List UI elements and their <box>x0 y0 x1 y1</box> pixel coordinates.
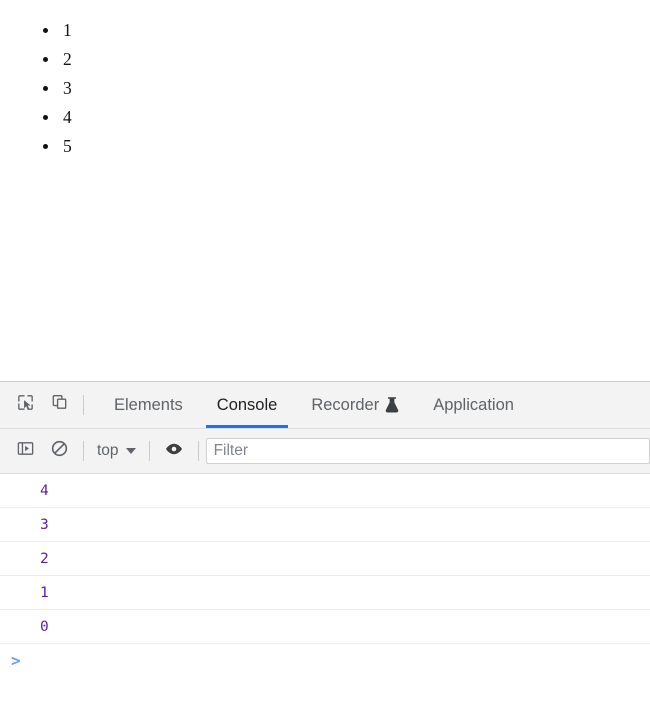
tab-recorder[interactable]: Recorder <box>294 382 416 428</box>
chevron-down-icon <box>125 448 136 454</box>
devtools-tabbar: Elements Console Recorder Application <box>0 382 650 429</box>
tab-elements-label: Elements <box>114 395 183 414</box>
live-expression-button[interactable] <box>157 434 191 468</box>
console-message-text: 2 <box>40 550 49 567</box>
console-message-list[interactable]: 4 3 2 1 0 > <box>0 474 650 713</box>
console-message-row[interactable]: 0 <box>0 610 650 644</box>
list-item: 4 <box>43 103 650 132</box>
inspect-element-icon <box>16 393 35 417</box>
console-message-row[interactable]: 2 <box>0 542 650 576</box>
list-item: 1 <box>43 16 650 45</box>
console-toolbar-divider <box>83 441 84 461</box>
tab-elements[interactable]: Elements <box>97 382 200 428</box>
tab-application-label: Application <box>433 395 514 414</box>
inspect-element-button[interactable] <box>8 388 42 422</box>
console-message-row[interactable]: 4 <box>0 474 650 508</box>
console-message-row[interactable]: 3 <box>0 508 650 542</box>
execution-context-selector[interactable]: top <box>91 442 142 460</box>
toolbar-divider <box>83 395 84 415</box>
filter-input[interactable] <box>205 438 650 464</box>
clear-console-button[interactable] <box>42 434 76 468</box>
console-toolbar-divider-3 <box>197 441 199 461</box>
console-prompt-row[interactable]: > <box>0 644 650 678</box>
console-sidebar-toggle-button[interactable] <box>8 434 42 468</box>
console-message-text: 1 <box>40 584 49 601</box>
device-toolbar-icon <box>50 393 69 417</box>
clear-console-icon <box>50 439 69 463</box>
console-prompt-input[interactable] <box>21 644 650 678</box>
tab-console[interactable]: Console <box>200 382 295 428</box>
device-toolbar-button[interactable] <box>42 388 76 422</box>
tab-console-label: Console <box>216 395 278 414</box>
console-message-text: 3 <box>40 516 49 533</box>
console-message-text: 4 <box>40 482 49 499</box>
execution-context-label: top <box>97 442 119 459</box>
eye-icon <box>164 439 184 464</box>
list-item: 2 <box>43 45 650 74</box>
list-item: 3 <box>43 74 650 103</box>
tab-recorder-label: Recorder <box>311 395 380 414</box>
page-viewport: 1 2 3 4 5 <box>0 0 650 381</box>
panel-tabs: Elements Console Recorder Application <box>97 382 531 428</box>
prompt-chevron-icon: > <box>11 651 21 670</box>
sidebar-toggle-icon <box>16 439 35 463</box>
bullet-list: 1 2 3 4 5 <box>0 0 650 161</box>
console-toolbar-divider-2 <box>148 441 150 461</box>
console-toolbar: top <box>0 429 650 474</box>
console-message-text: 0 <box>40 618 49 635</box>
flask-icon <box>385 397 399 413</box>
devtools-panel: Elements Console Recorder Application to… <box>0 381 650 713</box>
tab-application[interactable]: Application <box>416 382 531 428</box>
console-message-row[interactable]: 1 <box>0 576 650 610</box>
list-item: 5 <box>43 132 650 161</box>
